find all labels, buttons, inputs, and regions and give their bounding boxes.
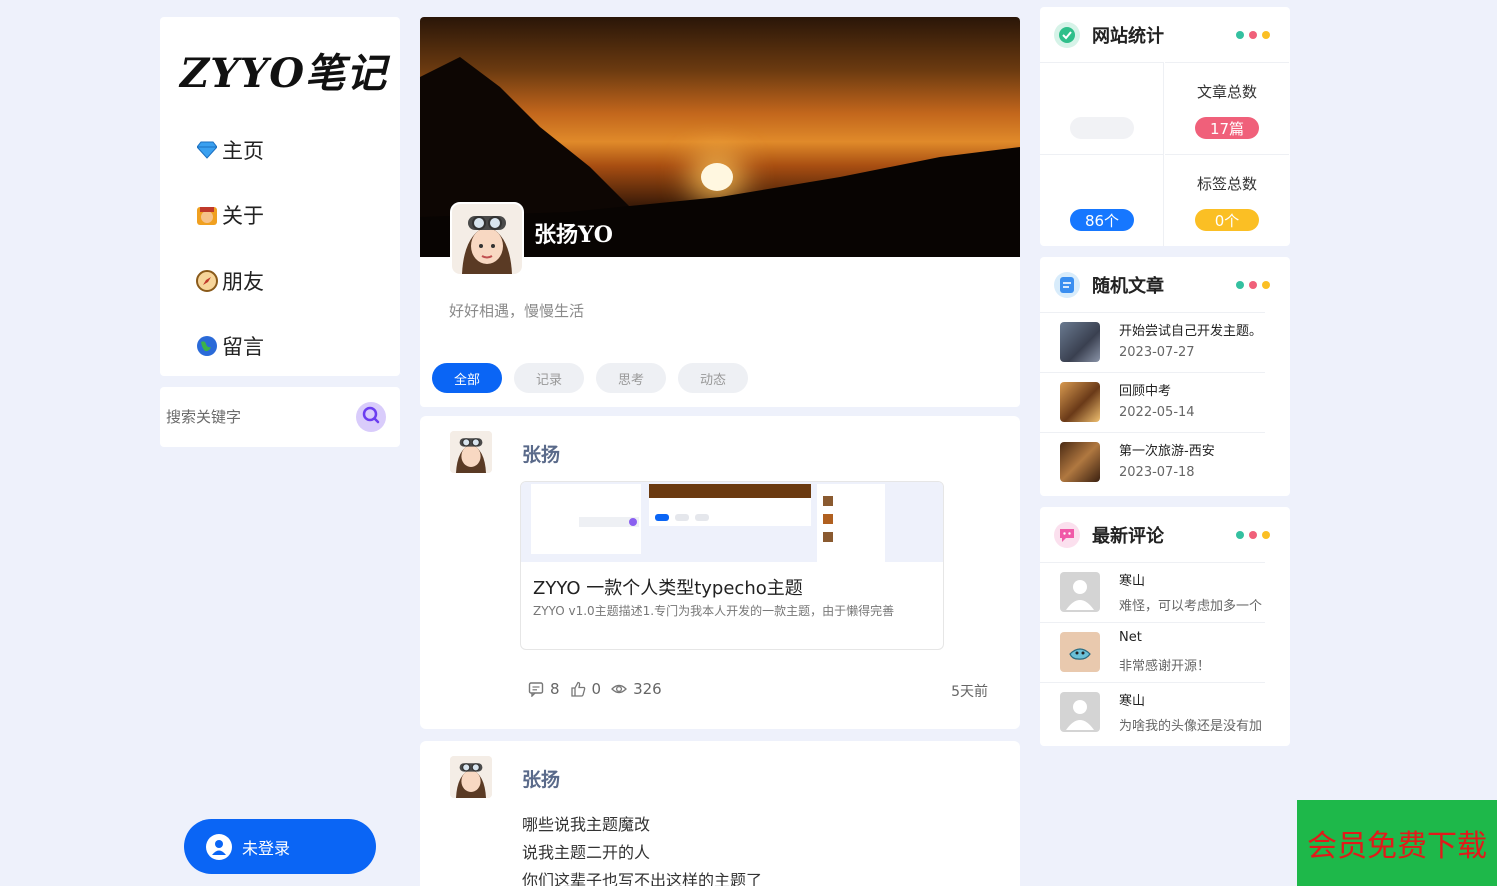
link-thumbnail [521, 482, 943, 562]
list-item[interactable]: 第一次旅游-西安 2023-07-18 [1040, 432, 1290, 492]
comment-count[interactable]: 8 [528, 680, 560, 698]
diamond-icon [196, 139, 218, 161]
comment-author: 寒山 [1119, 574, 1146, 589]
link-description: ZYYO v1.0主题描述1.专门为我本人开发的一款主题，由于懒得完善 [533, 604, 895, 618]
profile-name: 张扬YO [534, 222, 613, 248]
like-count[interactable]: 0 [570, 680, 602, 698]
nav-label: 关于 [222, 204, 264, 228]
post-thumbnail [1060, 442, 1100, 482]
window-dots [1231, 31, 1270, 39]
comment-text: 非常感谢开源！ [1119, 659, 1211, 674]
tab-updates[interactable]: 动态 [678, 363, 748, 393]
login-label: 未登录 [242, 838, 291, 858]
window-dots [1231, 281, 1270, 289]
avatar [1060, 692, 1100, 732]
nav-item-home[interactable]: 主页 [196, 135, 264, 165]
comment-count-value: 8 [550, 680, 560, 698]
nav-item-about[interactable]: 关于 [196, 200, 264, 230]
list-item[interactable]: 回顾中考 2022-05-14 [1040, 372, 1290, 432]
login-button[interactable]: 未登录 [184, 819, 376, 874]
stats-widget: 网站统计 文章总数 17篇 86个 标签总数 0个 [1040, 7, 1290, 246]
avatar [1060, 572, 1100, 612]
user-icon [206, 833, 232, 860]
comment-icon [528, 682, 544, 697]
search-input[interactable] [166, 405, 346, 429]
post-author[interactable]: 张扬 [522, 440, 560, 467]
view-count-value: 326 [633, 680, 662, 698]
nav-item-guestbook[interactable]: 留言 [196, 331, 264, 361]
verified-icon [1054, 21, 1080, 48]
post-title: 开始尝试自己开发主题。 [1119, 324, 1263, 339]
post-title: 回顾中考 [1119, 384, 1172, 399]
search-button[interactable] [356, 402, 386, 432]
stat-cell-tags: 标签总数 0个 [1165, 154, 1289, 246]
post-date: 2023-07-27 [1119, 345, 1195, 360]
post-card: 张扬 ZYYO 一款个人类型typecho主题 ZYYO v1.0主题描述1.专… [420, 416, 1020, 729]
post-thumbnail [1060, 322, 1100, 362]
stat-badge: 86个 [1070, 209, 1134, 231]
latest-comments-widget: 最新评论 寒山 难怪，可以考虑加多一个 Net 非常感谢开源！ 寒山 为啥我的头… [1040, 507, 1290, 746]
document-icon [1054, 271, 1080, 298]
post-author[interactable]: 张扬 [522, 765, 560, 792]
post-title: 第一次旅游-西安 [1119, 444, 1215, 459]
post-avatar[interactable] [450, 756, 492, 798]
post-text-line: 说我主题二开的人 [522, 843, 651, 862]
tab-thoughts[interactable]: 思考 [596, 363, 666, 393]
profile-avatar[interactable] [450, 202, 524, 276]
widget-title: 最新评论 [1092, 525, 1164, 547]
avatar [1060, 632, 1100, 672]
post-text-line: 你们这辈子也写不出这样的主题了 [522, 871, 763, 886]
post-date: 2023-07-18 [1119, 465, 1195, 480]
view-count: 326 [611, 680, 662, 698]
thumbs-up-icon [570, 681, 585, 697]
comment-author: Net [1119, 630, 1142, 645]
globe-icon [196, 335, 218, 357]
post-card: 张扬 哪些说我主题魔改 说我主题二开的人 你们这辈子也写不出这样的主题了 [420, 741, 1020, 886]
comment-author: 寒山 [1119, 694, 1146, 709]
comment-item[interactable]: 寒山 难怪，可以考虑加多一个 [1040, 562, 1290, 622]
nav-label: 朋友 [222, 270, 264, 294]
chat-bubble-icon [1054, 521, 1080, 548]
widget-title: 随机文章 [1092, 275, 1164, 297]
comment-item[interactable]: Net 非常感谢开源！ [1040, 622, 1290, 682]
stat-badge: 0个 [1195, 209, 1259, 231]
post-thumbnail [1060, 382, 1100, 422]
nav-item-friends[interactable]: 朋友 [196, 266, 264, 296]
random-posts-widget: 随机文章 开始尝试自己开发主题。 2023-07-27 回顾中考 2022-05… [1040, 257, 1290, 496]
profile-bio: 好好相遇，慢慢生活 [449, 302, 585, 320]
comment-text: 难怪，可以考虑加多一个 [1119, 599, 1263, 614]
nav-label: 留言 [222, 335, 264, 359]
search-icon [362, 406, 380, 428]
list-item[interactable]: 开始尝试自己开发主题。 2023-07-27 [1040, 312, 1290, 372]
comment-text: 为啥我的头像还是没有加 [1119, 719, 1263, 734]
tab-records[interactable]: 记录 [514, 363, 584, 393]
comment-item[interactable]: 寒山 为啥我的头像还是没有加 [1040, 682, 1290, 742]
post-meta: 8 0 326 [528, 680, 672, 698]
stat-cell-posts: 文章总数 17篇 [1165, 62, 1289, 154]
nav-label: 主页 [222, 139, 264, 163]
post-avatar[interactable] [450, 431, 492, 473]
link-preview-card[interactable]: ZYYO 一款个人类型typecho主题 ZYYO v1.0主题描述1.专门为我… [520, 481, 944, 650]
like-count-value: 0 [591, 680, 602, 698]
stat-label: 文章总数 [1196, 83, 1257, 101]
post-date: 2022-05-14 [1119, 405, 1195, 420]
stat-badge [1070, 117, 1134, 139]
site-logo[interactable]: ZYYO笔记 [180, 41, 387, 99]
stat-label: 标签总数 [1196, 175, 1257, 193]
sidebar-card: ZYYO笔记 主页 关于 朋友 留言 [160, 17, 400, 376]
profile-card: 张扬YO 好好相遇，慢慢生活 全部 记录 思考 动态 [420, 17, 1020, 407]
king-icon [196, 204, 218, 226]
widget-title: 网站统计 [1092, 25, 1164, 47]
compass-icon [196, 270, 218, 292]
promo-banner[interactable]: 会员免费下载 [1297, 800, 1497, 886]
tab-all[interactable]: 全部 [432, 363, 502, 393]
link-title: ZYYO 一款个人类型typecho主题 [533, 578, 803, 599]
stat-badge: 17篇 [1195, 117, 1259, 139]
stat-cell [1040, 62, 1164, 154]
post-time: 5天前 [951, 684, 988, 700]
eye-icon [611, 684, 628, 694]
post-text-line: 哪些说我主题魔改 [522, 815, 651, 834]
stat-cell: 86个 [1040, 154, 1164, 246]
window-dots [1231, 531, 1270, 539]
